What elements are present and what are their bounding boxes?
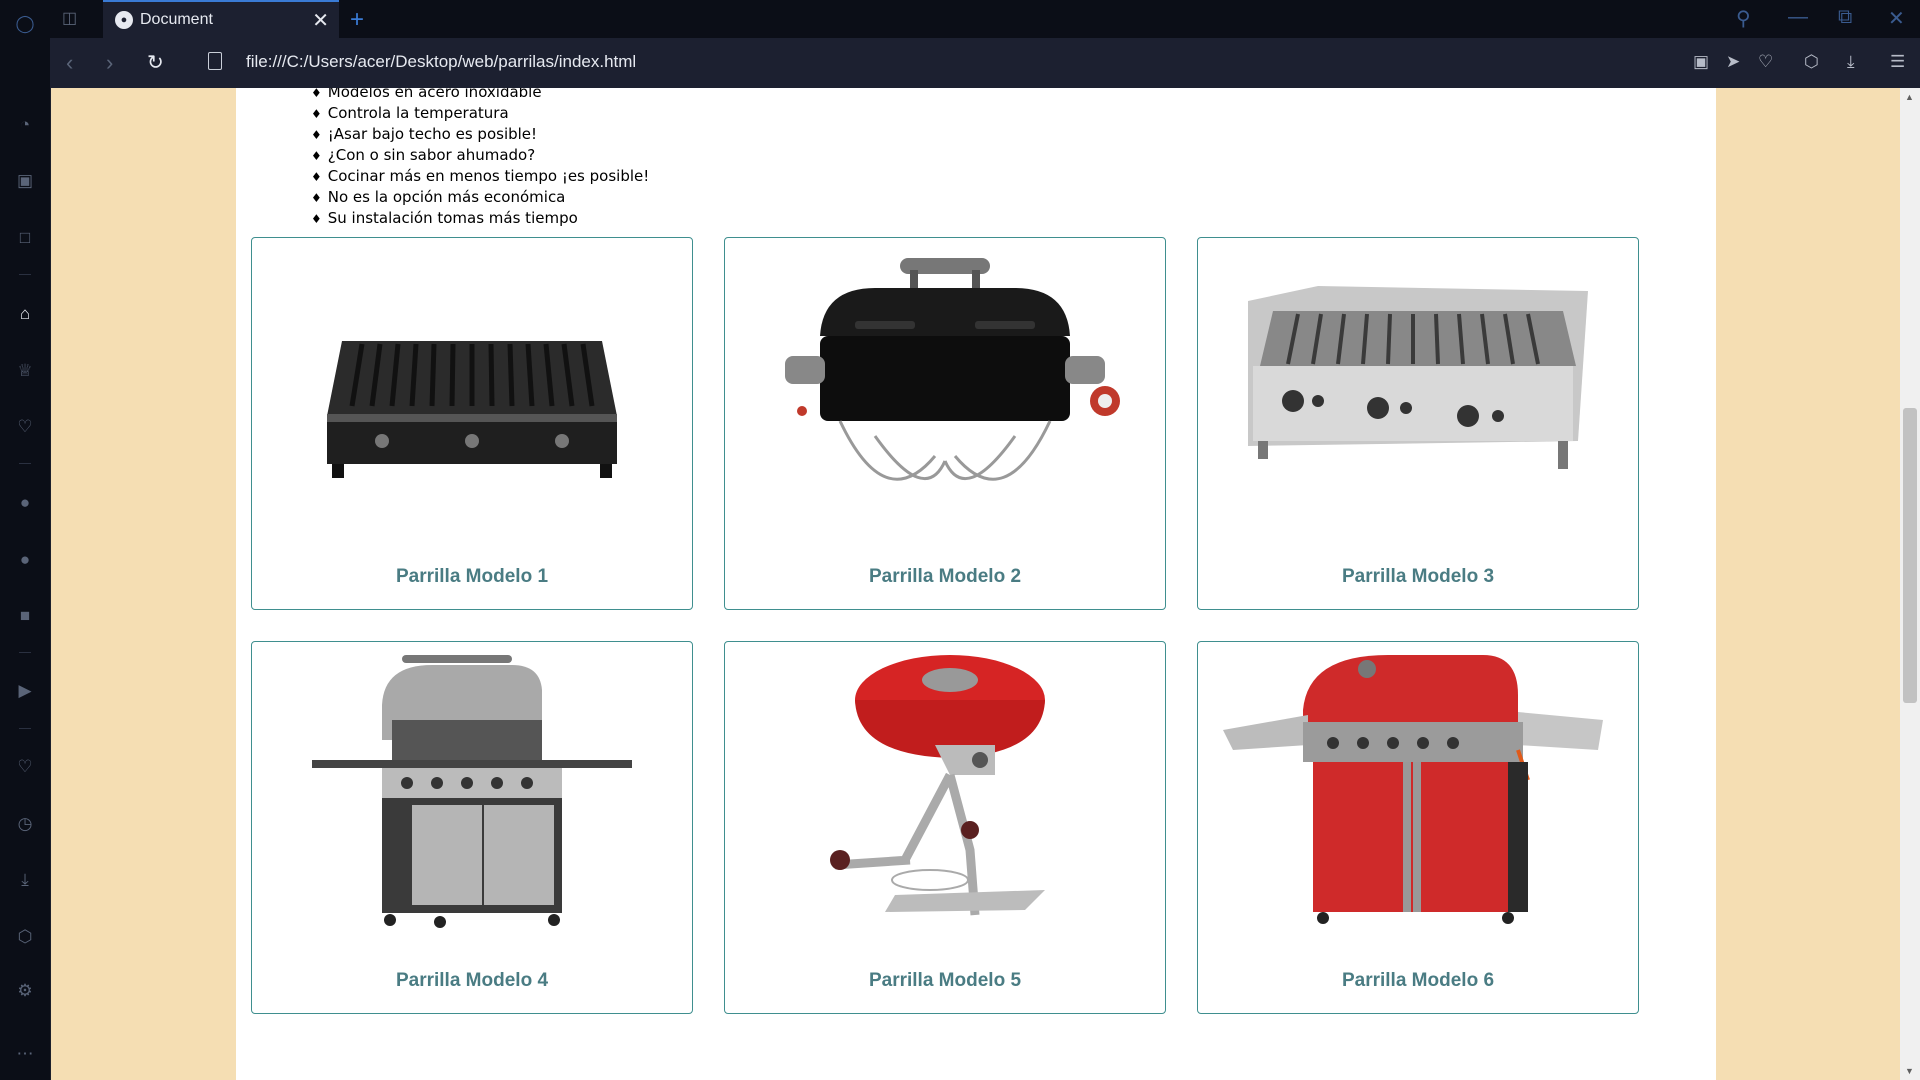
browser-sidebar: ◯ ◔ ▣ □ ⌂ ♕ ♡ ● ● ■ ▶ ♡ ◷ ⤓ ⬡ ⚙ ⋯	[0, 0, 51, 1080]
forward-icon[interactable]: ›	[106, 50, 113, 76]
tab-title: Document	[140, 11, 213, 28]
whatsapp-icon[interactable]: ●	[13, 491, 37, 515]
easy-setup-icon[interactable]: ☰	[1890, 52, 1905, 72]
minimize-icon[interactable]: —	[1788, 6, 1808, 29]
grill-image-6	[1223, 655, 1603, 924]
home-icon[interactable]: ⌂	[13, 302, 37, 326]
twitch-icon[interactable]: □	[13, 226, 37, 250]
grill-card-6[interactable]: Parrilla Modelo 6	[1197, 641, 1639, 1014]
heart-icon[interactable]: ♡	[1758, 52, 1773, 72]
grill-image-1	[327, 341, 617, 478]
feature-item: ¿Con o sin sabor ahumado?	[311, 145, 649, 166]
card-title[interactable]: Parrilla Modelo 4	[252, 970, 692, 992]
download-icon[interactable]: ⤓	[1847, 52, 1855, 72]
feature-item: ¡Asar bajo techo es posible!	[311, 124, 649, 145]
card-title[interactable]: Parrilla Modelo 3	[1198, 566, 1638, 588]
grill-card-3[interactable]: Parrilla Modelo 3	[1197, 237, 1639, 610]
tab-document[interactable]: ● Document ✕	[103, 0, 339, 38]
page-content: Modelos en acero inoxidable Controla la …	[236, 88, 1716, 1080]
downloads-icon[interactable]: ⤓	[13, 868, 37, 892]
tab-snap-icon[interactable]: ◫	[62, 8, 77, 28]
scroll-down-icon[interactable]: ▼	[1905, 1066, 1914, 1076]
extensions-icon[interactable]: ⬡	[1804, 52, 1819, 72]
send-icon[interactable]: ➤	[1726, 52, 1740, 72]
grill-image-5	[830, 655, 1045, 916]
shopping-bag-icon[interactable]: ▣	[13, 169, 37, 193]
feature-item: Controla la temperatura	[311, 103, 649, 124]
close-tab-icon[interactable]: ✕	[312, 8, 329, 33]
restore-icon[interactable]: ⧉	[1838, 6, 1852, 29]
card-title[interactable]: Parrilla Modelo 6	[1198, 970, 1638, 992]
player-icon[interactable]: ▶	[13, 679, 37, 703]
sidebar-divider	[19, 652, 31, 653]
url-input[interactable]: file:///C:/Users/acer/Desktop/web/parril…	[246, 52, 636, 72]
heart-outline-icon[interactable]: ♡	[13, 415, 37, 439]
more-dots-icon[interactable]: ⋯	[13, 1042, 37, 1066]
search-tabs-icon[interactable]: ⚲	[1736, 6, 1751, 31]
card-title[interactable]: Parrilla Modelo 5	[725, 970, 1165, 992]
new-tab-icon[interactable]: +	[350, 6, 364, 34]
features-list: Modelos en acero inoxidable Controla la …	[311, 88, 650, 229]
favorites-heart-icon[interactable]: ♡	[13, 755, 37, 779]
extensions-cube-icon[interactable]: ⬡	[13, 925, 37, 949]
scroll-up-icon[interactable]: ▲	[1905, 92, 1914, 102]
crown-icon[interactable]: ♕	[13, 359, 37, 383]
file-icon	[208, 52, 222, 70]
settings-gear-icon[interactable]: ⚙	[13, 979, 37, 1003]
grill-image-3	[1248, 286, 1588, 469]
discord-icon[interactable]: ■	[13, 604, 37, 628]
grill-card-1[interactable]: Parrilla Modelo 1	[251, 237, 693, 610]
feature-item: Modelos en acero inoxidable	[311, 88, 649, 103]
page-scrollbar[interactable]: ▲ ▼	[1900, 88, 1920, 1080]
sidebar-divider	[19, 728, 31, 729]
opera-logo-icon[interactable]: ◯	[13, 12, 37, 36]
camera-icon[interactable]: ▣	[1693, 52, 1709, 72]
reload-icon[interactable]: ↻	[147, 50, 164, 75]
address-bar: ‹ › ↻ file:///C:/Users/acer/Desktop/web/…	[50, 38, 1920, 88]
history-clock-icon[interactable]: ◷	[13, 812, 37, 836]
feature-item: No es la opción más económica	[311, 187, 649, 208]
grill-card-2[interactable]: Parrilla Modelo 2	[724, 237, 1166, 610]
twitter-icon[interactable]: ●	[13, 548, 37, 572]
grill-image-2	[785, 258, 1120, 481]
sidebar-divider	[19, 274, 31, 275]
grill-card-4[interactable]: Parrilla Modelo 4	[251, 641, 693, 1014]
speed-dial-icon[interactable]: ◔	[13, 113, 37, 137]
scroll-thumb[interactable]	[1903, 408, 1917, 703]
feature-item: Su instalación tomas más tiempo	[311, 208, 649, 229]
globe-icon: ●	[115, 11, 133, 29]
card-title[interactable]: Parrilla Modelo 2	[725, 566, 1165, 588]
back-icon[interactable]: ‹	[66, 50, 73, 76]
card-title[interactable]: Parrilla Modelo 1	[252, 566, 692, 588]
page-viewport: Modelos en acero inoxidable Controla la …	[51, 88, 1920, 1080]
tab-bar: ◫ ● Document ✕ + ⚲ — ⧉ ✕	[50, 0, 1920, 38]
close-window-icon[interactable]: ✕	[1888, 6, 1905, 31]
grill-card-5[interactable]: Parrilla Modelo 5	[724, 641, 1166, 1014]
grill-image-4	[312, 655, 632, 928]
feature-item: Cocinar más en menos tiempo ¡es posible!	[311, 166, 650, 187]
sidebar-divider	[19, 463, 31, 464]
